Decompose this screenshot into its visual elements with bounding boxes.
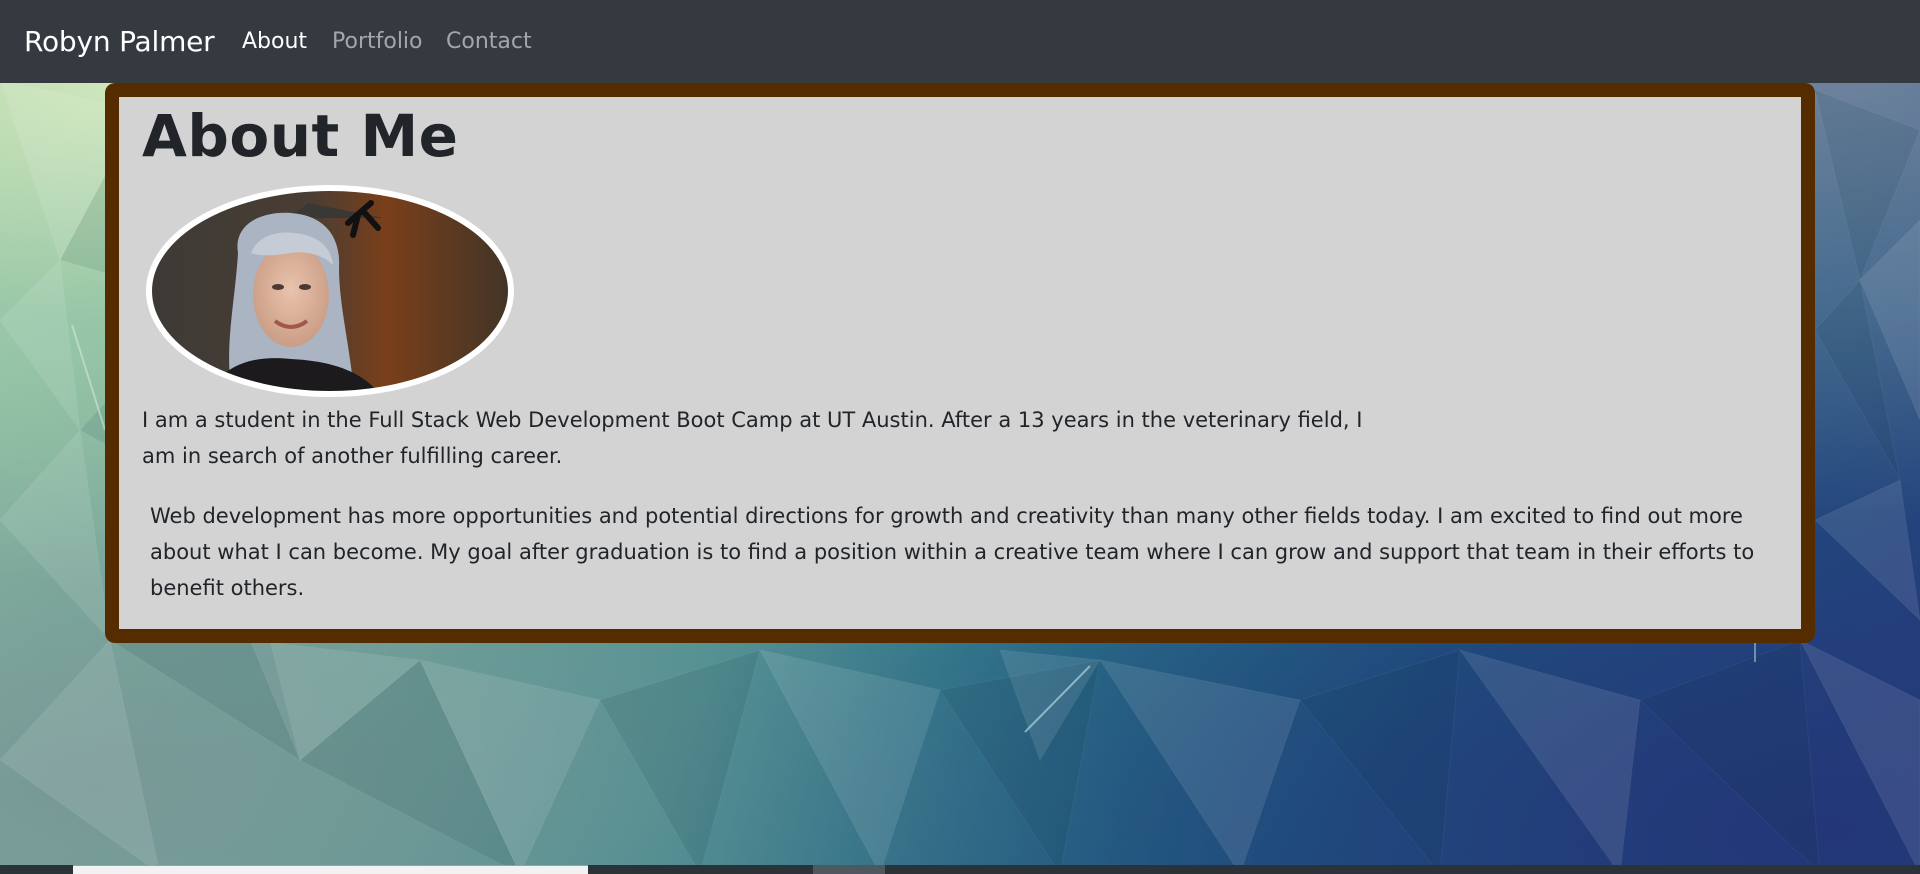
brand-link[interactable]: Robyn Palmer bbox=[24, 24, 215, 60]
intro-paragraph: I am a student in the Full Stack Web Dev… bbox=[142, 408, 1363, 468]
horizontal-scrollbar-thumb[interactable] bbox=[73, 865, 588, 874]
nav-link-about[interactable]: About bbox=[242, 27, 307, 57]
goals-paragraph: Web development has more opportunities a… bbox=[150, 504, 1755, 600]
nav-link-contact[interactable]: Contact bbox=[446, 27, 532, 57]
bottom-bar-segment bbox=[813, 865, 885, 874]
profile-photo bbox=[146, 185, 514, 397]
nav-link-portfolio[interactable]: Portfolio bbox=[332, 27, 423, 57]
navbar: Robyn Palmer About Portfolio Contact bbox=[0, 0, 1920, 83]
page-title: About Me bbox=[142, 102, 459, 170]
